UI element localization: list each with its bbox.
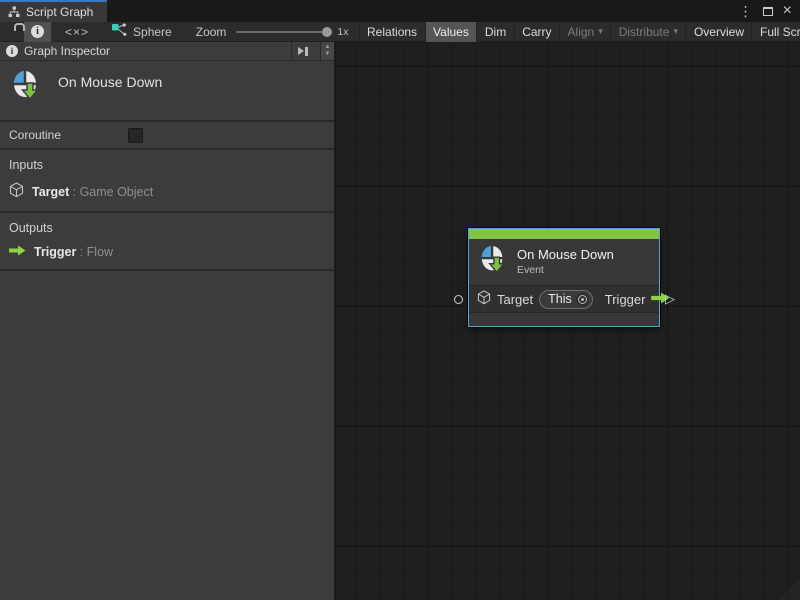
zoom-label: Zoom [196,25,227,39]
corner-watermark [778,578,800,600]
cube-icon [477,290,491,308]
zoom-slider[interactable] [236,31,331,33]
input-name: Target [32,185,69,199]
input-type: : Game Object [73,185,154,199]
script-graph-window: Script Graph ⋮ × i <×> Sphere [0,0,800,600]
unit-header: On Mouse Down [0,61,334,122]
overview-button[interactable]: Overview [685,22,751,42]
coroutine-checkbox[interactable] [128,128,143,143]
window-maximize-icon[interactable] [763,7,773,16]
inputs-section: Inputs Target : Game Object [0,150,334,213]
graph-canvas[interactable]: On Mouse Down Event Target This Trigger [336,42,800,600]
chevron-down-icon: ▾ [673,27,678,36]
graph-breadcrumb[interactable]: Sphere [111,23,172,40]
node-port-row: Target This Trigger ▷ [469,285,659,313]
relations-button[interactable]: Relations [359,22,425,42]
carry-button[interactable]: Carry [514,22,559,42]
full-screen-button[interactable]: Full Screen [751,22,800,42]
node-subtitle: Event [517,264,614,276]
mouse-down-icon [478,244,508,279]
node-header[interactable]: On Mouse Down Event [469,239,659,285]
panel-maximize-icon[interactable] [291,42,314,60]
output-row-trigger: Trigger : Flow [9,245,334,259]
target-port-label: Target [497,292,533,307]
cube-icon [9,182,24,201]
info-icon: i [31,25,44,38]
graph-toolbar: i <×> Sphere Zoom 1x Relations Val [0,22,800,42]
trigger-port-label: Trigger [605,292,646,307]
tab-script-graph[interactable]: Script Graph [0,0,107,22]
flow-arrow-icon [9,245,26,259]
scrub-up-icon[interactable]: ▲ [325,44,331,51]
chevron-down-icon: ▾ [598,27,603,36]
scrub-down-icon[interactable]: ▼ [325,51,331,58]
this-value: This [548,292,572,306]
this-object-field[interactable]: This [539,290,593,309]
tab-bar: Script Graph ⋮ × [0,0,800,22]
panel-scrub-control[interactable]: ▲ ▼ [320,42,334,60]
input-row-target: Target : Game Object [9,182,334,201]
distribute-button[interactable]: Distribute▾ [610,22,685,42]
info-icon: i [6,45,18,57]
toolbar-buttons: Relations Values Dim Carry Align▾ Distri… [359,22,800,42]
window-close-icon[interactable]: × [783,3,792,19]
mouse-down-icon [10,69,42,106]
input-flow-port[interactable] [454,295,463,304]
output-flow-port[interactable]: ▷ [665,291,675,308]
node-footer [469,313,659,326]
inspector-toggle-button[interactable]: i [24,22,51,42]
graph-icon [111,23,127,40]
zoom-slider-knob[interactable] [322,27,332,37]
inputs-header: Inputs [9,158,334,172]
coroutine-row: Coroutine [0,122,334,150]
node-event-colorbar [469,229,659,239]
unit-title: On Mouse Down [58,74,162,90]
outputs-section: Outputs Trigger : Flow [0,213,334,271]
object-picker-icon[interactable] [576,293,589,306]
script-graph-icon [8,6,20,18]
graph-inspector-panel: i Graph Inspector ▲ ▼ On Mouse Down Coro… [0,42,335,600]
code-icon[interactable]: <×> [65,25,89,39]
zoom-control: Zoom 1x [196,25,349,39]
coroutine-label: Coroutine [9,128,61,142]
window-controls: ⋮ × [739,0,800,22]
align-button[interactable]: Align▾ [559,22,610,42]
zoom-level-value: 1x [337,26,348,38]
graph-inspector-header: i Graph Inspector ▲ ▼ [0,42,334,61]
graph-inspector-title: Graph Inspector [24,44,285,58]
tab-label: Script Graph [26,5,93,19]
node-title: On Mouse Down [517,247,614,262]
on-mouse-down-node[interactable]: On Mouse Down Event Target This Trigger [469,229,659,326]
window-menu-icon[interactable]: ⋮ [739,4,753,18]
dim-button[interactable]: Dim [476,22,513,42]
outputs-header: Outputs [9,221,334,235]
values-button[interactable]: Values [425,22,477,42]
output-name: Trigger [34,245,76,259]
graph-owner-label: Sphere [133,25,172,39]
output-type: : Flow [80,245,113,259]
